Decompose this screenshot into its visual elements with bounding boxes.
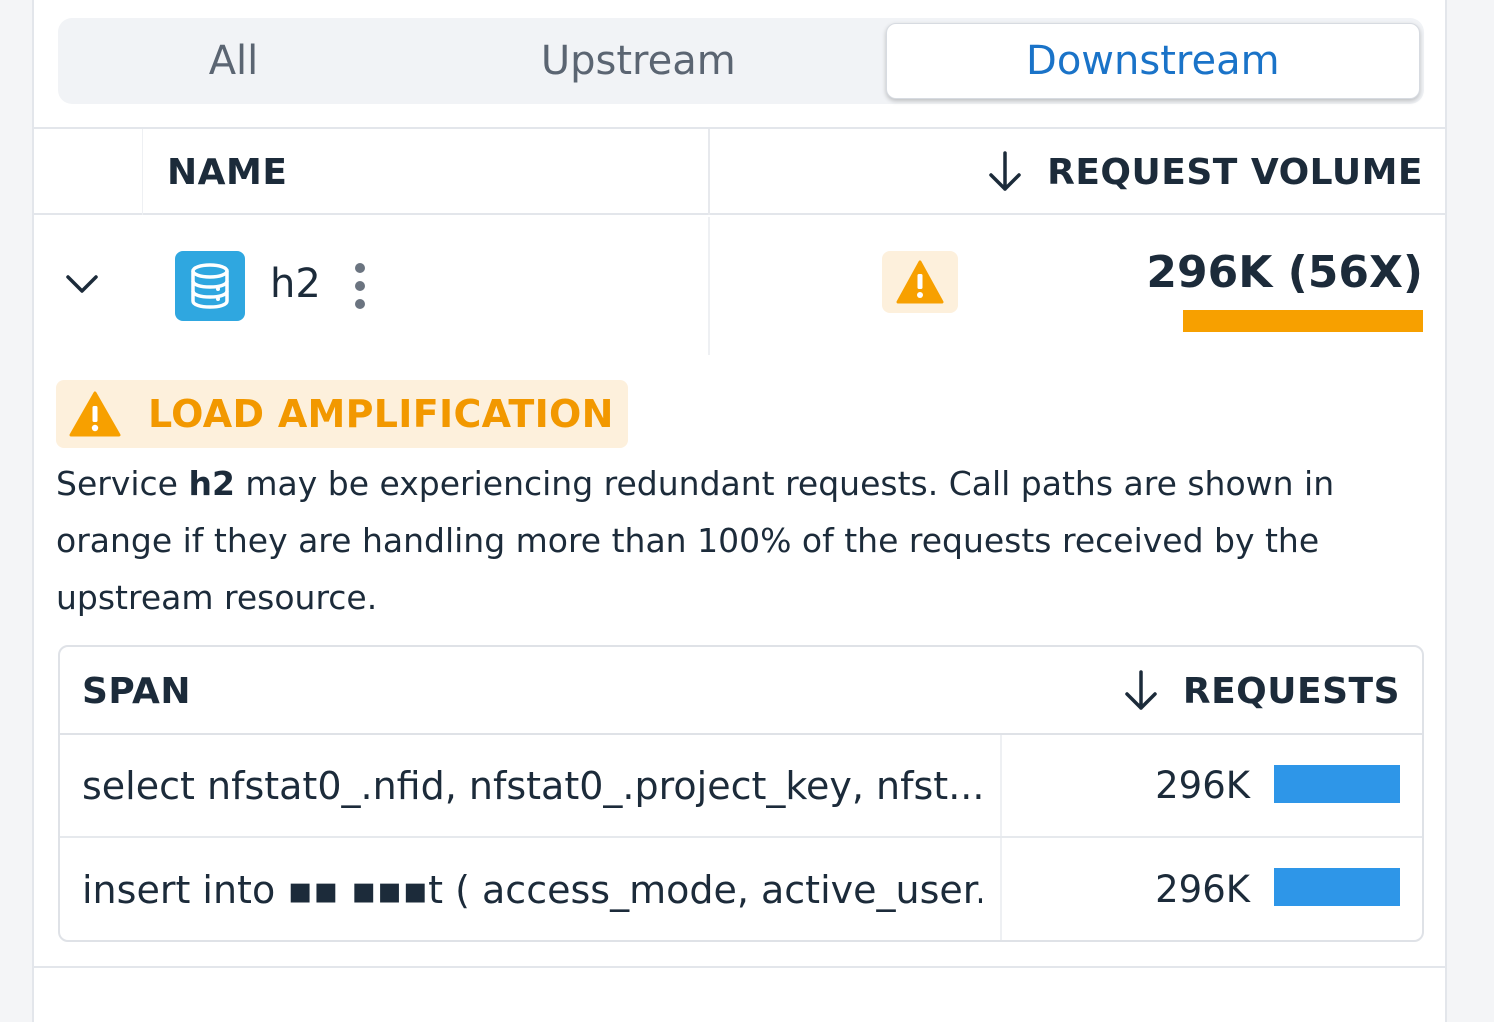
table-header: NAME REQUEST VOLUME [34,129,1445,215]
service-dependencies-panel: All Upstream Downstream NAME REQUEST VOL… [32,0,1447,1022]
tab-downstream[interactable]: Downstream [885,23,1420,99]
description-rest: may be experiencing redundant requests. … [56,464,1335,617]
column-header-label: REQUESTS [1182,670,1400,712]
span-row[interactable]: select nfstat0_.nfid, nfstat0_.project_k… [60,735,1422,838]
request-volume-value: 296K (56X) [1146,247,1423,298]
span-request-count: 296K [1155,868,1250,911]
chevron-down-icon[interactable] [62,269,102,299]
warning-icon [896,260,944,304]
span-table: SPAN REQUESTS select nfstat0_.nfid, nfst… [58,645,1424,942]
description-prefix: Service [56,464,189,503]
alert-description: Service h2 may be experiencing redundant… [56,455,1426,626]
request-volume-bar [1183,310,1423,332]
kebab-menu-icon[interactable] [350,261,370,311]
request-volume-bar-fill [1183,310,1423,332]
span-row[interactable]: insert into ▪▪ ▪▪▪t ( access_mode, activ… [60,838,1422,940]
column-header-span[interactable]: SPAN [82,647,191,735]
column-header-name[interactable]: NAME [167,129,287,215]
span-request-count: 296K [1155,764,1250,807]
span-request-bar [1274,765,1400,803]
column-header-label: REQUEST VOLUME [1047,151,1423,193]
arrow-down-icon [1125,670,1157,710]
column-divider [1000,838,1002,940]
span-table-header: SPAN REQUESTS [60,647,1422,735]
span-query: insert into ▪▪ ▪▪▪t ( access_mode, activ… [82,867,982,912]
column-divider [1000,735,1002,836]
span-request-bar-fill [1274,868,1400,906]
tab-upstream[interactable]: Upstream [405,23,872,99]
alert-title: LOAD AMPLIFICATION [148,392,614,436]
divider [34,966,1445,968]
direction-tabs: All Upstream Downstream [58,18,1424,104]
column-header-requests[interactable]: REQUESTS [1121,647,1400,735]
database-icon [175,251,245,321]
span-query: select nfstat0_.nfid, nfstat0_.project_k… [82,763,982,808]
load-amplification-badge: LOAD AMPLIFICATION [56,380,628,448]
warning-badge[interactable] [882,251,958,313]
span-request-bar-fill [1274,765,1400,803]
warning-icon [69,391,121,437]
description-service: h2 [188,464,235,503]
column-header-request-volume[interactable]: REQUEST VOLUME [985,129,1423,215]
column-divider [708,129,710,215]
column-divider [142,129,143,215]
span-request-bar [1274,868,1400,906]
column-divider [708,217,710,355]
service-name[interactable]: h2 [270,261,321,307]
tab-all[interactable]: All [62,23,405,99]
arrow-down-icon [989,151,1021,191]
table-row[interactable]: h2 296K (56X) [34,217,1445,355]
